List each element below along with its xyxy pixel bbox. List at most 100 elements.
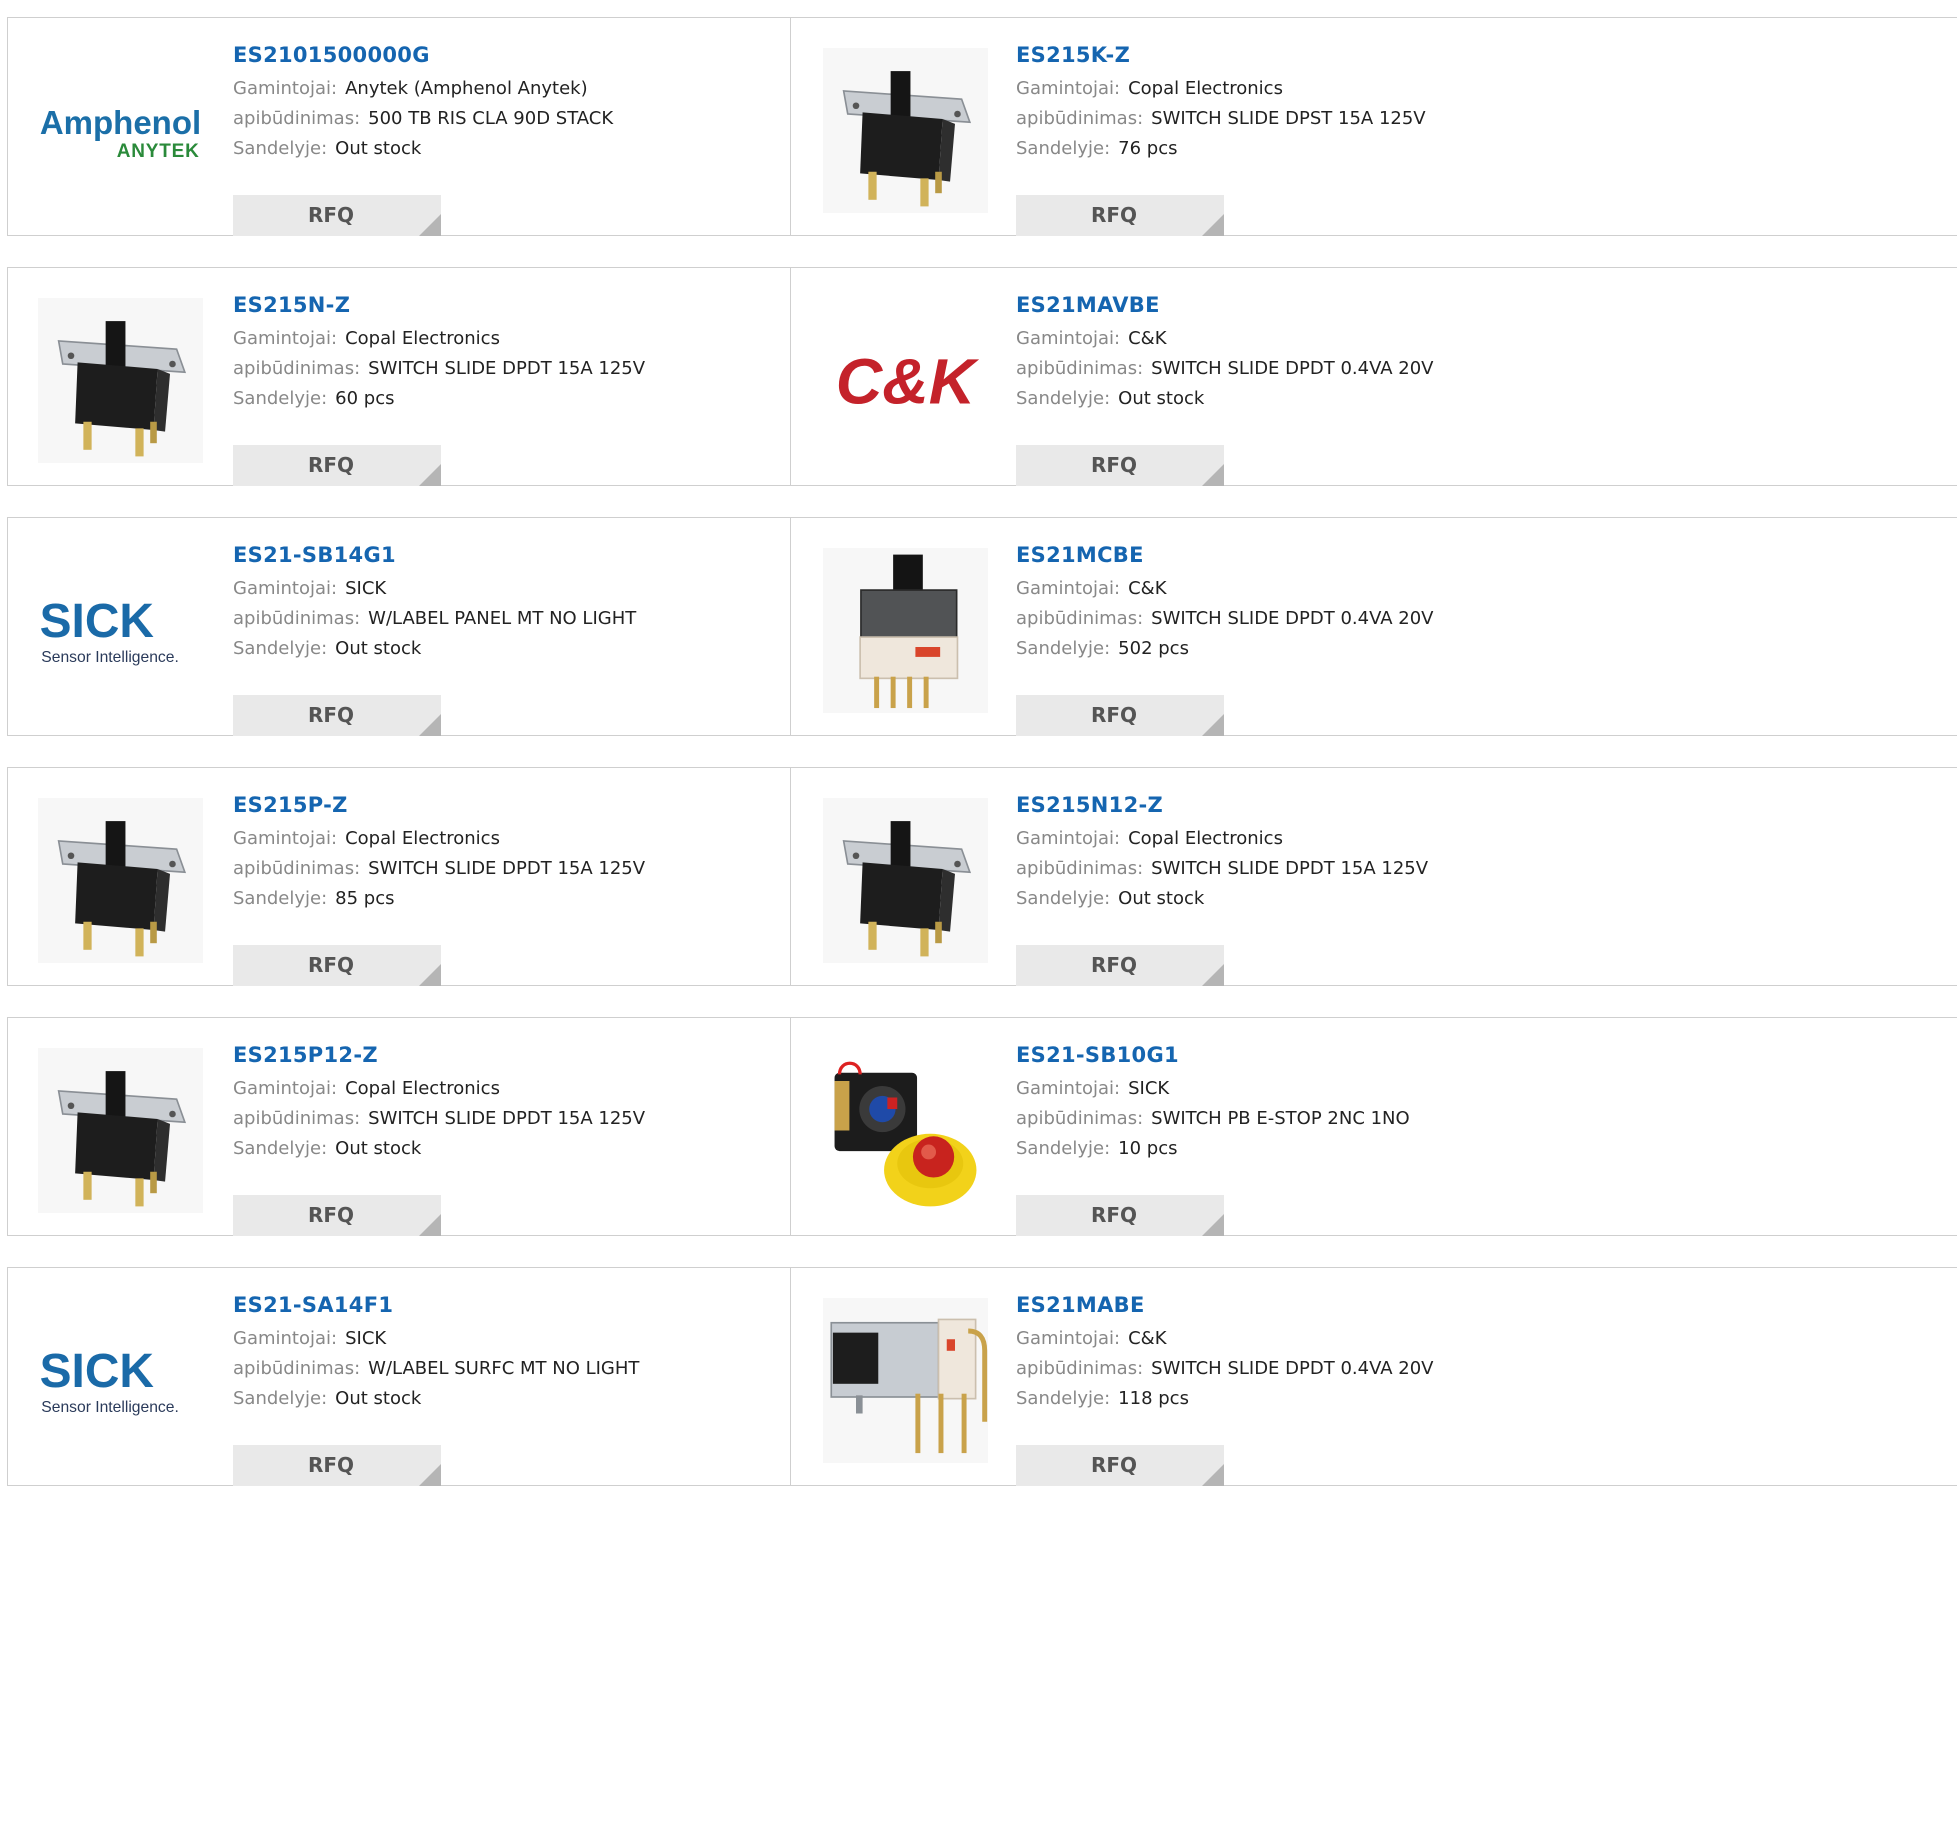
- manufacturer-label: Gamintojai:: [233, 78, 338, 99]
- rfq-button[interactable]: RFQ: [1016, 1195, 1224, 1236]
- part-number-link[interactable]: ES215P-Z: [233, 790, 645, 820]
- amphenol-anytek-logo[interactable]: Amphenol ANYTEK: [38, 48, 203, 213]
- stock-label: Sandelyje:: [233, 388, 328, 409]
- manufacturer-value: Anytek (Amphenol Anytek): [345, 78, 588, 99]
- description-label: apibūdinimas:: [233, 608, 361, 629]
- part-number-link[interactable]: ES21-SB14G1: [233, 540, 636, 570]
- rfq-button[interactable]: RFQ: [233, 695, 441, 736]
- product-card: ES215P12-Z Gamintojai: Copal Electronics …: [7, 1017, 791, 1236]
- corner-triangle-icon: [419, 214, 441, 236]
- stock-label: Sandelyje:: [1016, 1138, 1111, 1159]
- rfq-label: RFQ: [1090, 703, 1138, 727]
- rfq-button[interactable]: RFQ: [1016, 695, 1224, 736]
- rfq-button[interactable]: RFQ: [1016, 445, 1224, 486]
- part-number-link[interactable]: ES21MABE: [1016, 1290, 1434, 1320]
- description-label: apibūdinimas:: [233, 1108, 361, 1129]
- stock-value: Out stock: [1118, 888, 1205, 909]
- vertical-slide-switch-photo[interactable]: [823, 548, 988, 713]
- corner-triangle-icon: [419, 464, 441, 486]
- stock-label: Sandelyje:: [233, 1138, 328, 1159]
- part-number-link[interactable]: ES215N12-Z: [1016, 790, 1428, 820]
- rfq-button[interactable]: RFQ: [233, 1445, 441, 1486]
- vertical-slide-switch-photo: [823, 548, 988, 713]
- description-row: apibūdinimas: W/LABEL SURFC MT NO LIGHT: [233, 1354, 639, 1384]
- product-info: ES21MCBE Gamintojai: C&K apibūdinimas: SWI…: [1016, 540, 1434, 736]
- stock-row: Sandelyje: 10 pcs: [1016, 1134, 1410, 1164]
- part-number-link[interactable]: ES21MAVBE: [1016, 290, 1434, 320]
- corner-triangle-icon: [1202, 1464, 1224, 1486]
- manufacturer-value: C&K: [1128, 1328, 1167, 1349]
- slide-switch-photo[interactable]: [823, 48, 988, 213]
- sick-logo: SICKSensor Intelligence.: [40, 595, 179, 666]
- description-row: apibūdinimas: SWITCH SLIDE DPDT 15A 125V: [1016, 854, 1428, 884]
- part-number-link[interactable]: ES215N-Z: [233, 290, 645, 320]
- product-card: ES215P-Z Gamintojai: Copal Electronics ap…: [7, 767, 791, 986]
- manufacturer-label: Gamintojai:: [233, 1078, 338, 1099]
- slide-switch-photo: [38, 798, 203, 963]
- estop-switch-photo[interactable]: [823, 1048, 988, 1213]
- slide-switch-photo[interactable]: [38, 1048, 203, 1213]
- description-value: W/LABEL PANEL MT NO LIGHT: [368, 608, 637, 629]
- rfq-label: RFQ: [1090, 203, 1138, 227]
- corner-triangle-icon: [419, 1214, 441, 1236]
- stock-label: Sandelyje:: [233, 888, 328, 909]
- product-card: Amphenol ANYTEK ES2101500000G Gamintojai:…: [7, 17, 791, 236]
- right-angle-switch-photo[interactable]: [823, 1298, 988, 1463]
- slide-switch-photo[interactable]: [38, 298, 203, 463]
- part-number-link[interactable]: ES21MCBE: [1016, 540, 1434, 570]
- rfq-button[interactable]: RFQ: [233, 1195, 441, 1236]
- sick-logo[interactable]: SICK Sensor Intelligence.: [38, 548, 203, 713]
- manufacturer-row: Gamintojai: SICK: [233, 1324, 639, 1354]
- description-row: apibūdinimas: SWITCH SLIDE DPDT 0.4VA 20V: [1016, 1354, 1434, 1384]
- svg-text:C&K: C&K: [836, 346, 980, 418]
- stock-row: Sandelyje: 502 pcs: [1016, 634, 1434, 664]
- part-number-link[interactable]: ES21-SB10G1: [1016, 1040, 1410, 1070]
- part-number-link[interactable]: ES21-SA14F1: [233, 1290, 639, 1320]
- slide-switch-photo[interactable]: [823, 798, 988, 963]
- corner-triangle-icon: [1202, 964, 1224, 986]
- manufacturer-label: Gamintojai:: [1016, 78, 1121, 99]
- rfq-button[interactable]: RFQ: [233, 445, 441, 486]
- product-info: ES215N12-Z Gamintojai: Copal Electronics …: [1016, 790, 1428, 986]
- manufacturer-row: Gamintojai: Copal Electronics: [233, 824, 645, 854]
- description-label: apibūdinimas:: [233, 1358, 361, 1379]
- part-number-link[interactable]: ES215K-Z: [1016, 40, 1426, 70]
- rfq-label: RFQ: [307, 703, 355, 727]
- part-number-link[interactable]: ES2101500000G: [233, 40, 613, 70]
- stock-label: Sandelyje:: [1016, 638, 1111, 659]
- rfq-button[interactable]: RFQ: [233, 195, 441, 236]
- product-info: ES21-SA14F1 Gamintojai: SICK apibūdinimas…: [233, 1290, 639, 1486]
- part-number-link[interactable]: ES215P12-Z: [233, 1040, 645, 1070]
- stock-value: Out stock: [335, 638, 422, 659]
- right-angle-switch-photo: [823, 1298, 988, 1463]
- slide-switch-photo: [823, 798, 988, 963]
- estop-switch-photo: [823, 1048, 988, 1213]
- rfq-label: RFQ: [1090, 1453, 1138, 1477]
- stock-value: 118 pcs: [1118, 1388, 1189, 1409]
- rfq-button[interactable]: RFQ: [1016, 1445, 1224, 1486]
- manufacturer-value: Copal Electronics: [345, 328, 500, 349]
- description-value: SWITCH SLIDE DPDT 0.4VA 20V: [1151, 358, 1434, 379]
- svg-text:SICK: SICK: [40, 1345, 155, 1398]
- slide-switch-photo[interactable]: [38, 798, 203, 963]
- product-card: ES215N-Z Gamintojai: Copal Electronics ap…: [7, 267, 791, 486]
- description-label: apibūdinimas:: [1016, 1108, 1144, 1129]
- rfq-button[interactable]: RFQ: [1016, 945, 1224, 986]
- manufacturer-row: Gamintojai: Copal Electronics: [1016, 824, 1428, 854]
- stock-row: Sandelyje: 85 pcs: [233, 884, 645, 914]
- manufacturer-label: Gamintojai:: [233, 828, 338, 849]
- ck-logo[interactable]: C&K: [823, 298, 988, 463]
- corner-triangle-icon: [1202, 714, 1224, 736]
- product-info: ES21-SB10G1 Gamintojai: SICK apibūdinimas…: [1016, 1040, 1410, 1236]
- rfq-button[interactable]: RFQ: [1016, 195, 1224, 236]
- description-value: SWITCH SLIDE DPDT 0.4VA 20V: [1151, 608, 1434, 629]
- sick-logo[interactable]: SICK Sensor Intelligence.: [38, 1298, 203, 1463]
- manufacturer-row: Gamintojai: C&K: [1016, 324, 1434, 354]
- stock-label: Sandelyje:: [1016, 138, 1111, 159]
- manufacturer-label: Gamintojai:: [233, 578, 338, 599]
- stock-row: Sandelyje: Out stock: [233, 1134, 645, 1164]
- rfq-button[interactable]: RFQ: [233, 945, 441, 986]
- stock-value: 60 pcs: [335, 388, 395, 409]
- amphenol-anytek-logo: AmphenolANYTEK: [40, 104, 201, 162]
- description-value: SWITCH PB E-STOP 2NC 1NO: [1151, 1108, 1410, 1129]
